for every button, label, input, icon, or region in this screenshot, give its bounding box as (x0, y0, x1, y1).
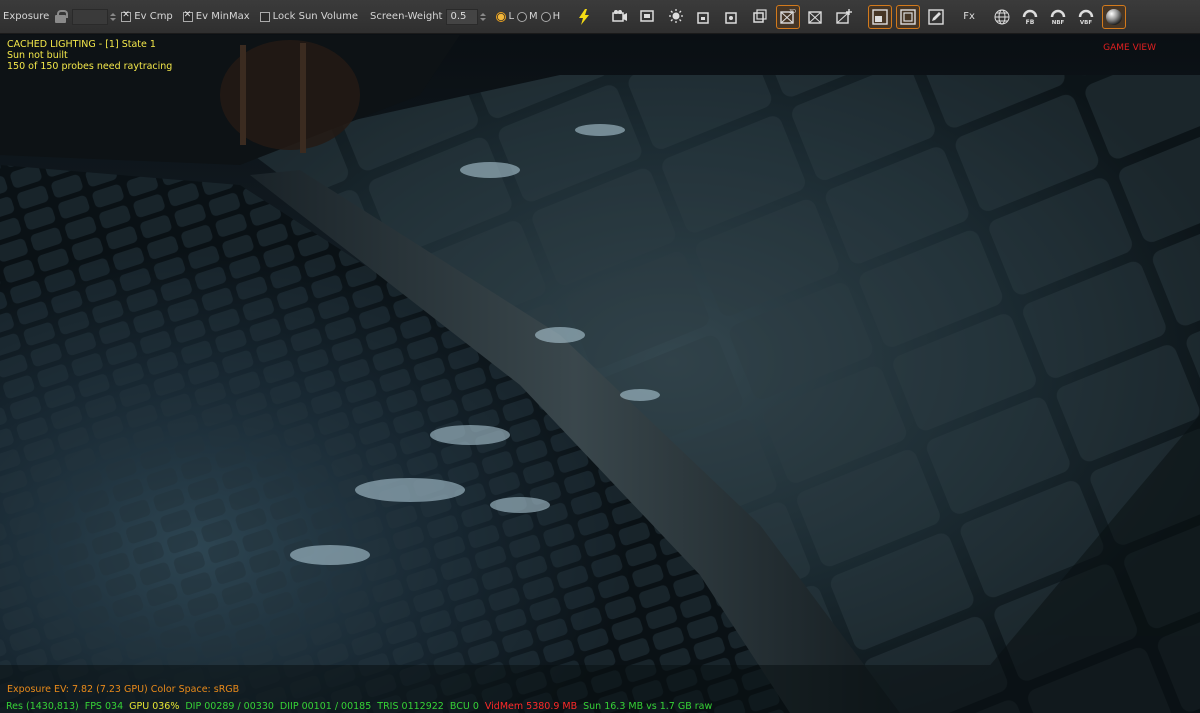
stat-vidmem: VidMem 5380.9 MB (484, 700, 578, 712)
quality-radio-h[interactable] (540, 11, 551, 22)
stat-tris: TRIS 0112922 (377, 700, 444, 712)
vbf-icon[interactable]: VBF (1074, 5, 1098, 29)
screen-weight-input[interactable]: 0.5 (446, 8, 479, 25)
screen-weight-spinner[interactable] (478, 9, 487, 25)
exposure-label: Exposure (3, 11, 50, 22)
exposure-input[interactable] (72, 8, 109, 25)
stat-dip: DIP 00289 / 00330 (185, 700, 274, 712)
lock-sun-volume-label: Lock Sun Volume (272, 11, 359, 22)
fb-icon[interactable]: FB (1018, 5, 1042, 29)
box-3d-alt-icon[interactable] (720, 5, 744, 29)
screen-weight-label: Screen-Weight (370, 11, 443, 22)
view-3d-icon[interactable] (636, 5, 660, 29)
ev-cmp-checkbox[interactable] (121, 10, 132, 22)
lightning-icon[interactable] (572, 5, 596, 29)
fb-label: FB (1026, 19, 1035, 26)
stat-res: Res (1430,813) (6, 700, 79, 712)
fx-icon[interactable]: Fx (963, 11, 975, 22)
lock-icon[interactable] (55, 10, 69, 23)
vbf-label: VBF (1080, 20, 1092, 26)
stat-sun: Sun 16.3 MB vs 1.7 GB raw (583, 700, 713, 712)
stat-gpu: GPU 036% (129, 700, 180, 712)
stat-bcu: BCU 0 (449, 700, 479, 712)
probe-status-line: 150 of 150 probes need raytracing (7, 61, 173, 72)
toolbar: Exposure Ev Cmp Ev MinMax Lock Sun Volum… (0, 0, 1200, 34)
lock-sun-volume-checkbox[interactable] (259, 11, 270, 22)
grid-3d-icon[interactable]: 3D (776, 4, 801, 29)
stats-bar: Res (1430,813) FPS 034 GPU 036% DIP 0028… (0, 699, 1200, 713)
ev-minmax-label: Ev MinMax (195, 11, 250, 22)
edit-icon[interactable] (924, 5, 948, 29)
lighting-status: CACHED LIGHTING - [1] State 1 Sun not bu… (7, 39, 172, 72)
game-view-label: GAME VIEW (1103, 43, 1156, 53)
scene-render (0, 35, 1200, 713)
ev-minmax-toggle[interactable]: Ev MinMax (182, 10, 254, 22)
ev-cmp-label: Ev Cmp (134, 11, 173, 22)
render-target-icon[interactable] (868, 4, 893, 29)
game-viewport[interactable]: CACHED LIGHTING - [1] State 1 Sun not bu… (0, 35, 1200, 713)
material-sphere-icon[interactable] (1101, 4, 1126, 29)
mesh-sphere-icon[interactable] (990, 5, 1014, 29)
ev-minmax-checkbox[interactable] (182, 10, 193, 22)
exposure-info: Exposure EV: 7.82 (7.23 GPU) Color Space… (7, 684, 240, 695)
sun-status-line: Sun not built (7, 50, 68, 61)
box-snapshot-icon[interactable] (748, 5, 772, 29)
nbf-label: NBF (1052, 20, 1065, 26)
frame-icon[interactable] (896, 4, 921, 29)
quality-radio-l[interactable] (496, 11, 507, 22)
lock-sun-volume-toggle[interactable]: Lock Sun Volume (259, 11, 362, 22)
stat-fps: FPS 034 (84, 700, 124, 712)
grid-3d-label: 3D (789, 9, 796, 15)
stat-diip: DIIP 00101 / 00185 (279, 700, 372, 712)
quality-label-l: L (508, 11, 515, 22)
lighting-status-line: CACHED LIGHTING - [1] State 1 (7, 39, 156, 50)
nbf-icon[interactable]: NBF (1046, 5, 1070, 29)
exposure-spinner[interactable] (108, 9, 117, 25)
quality-radio-group: L M H (493, 11, 564, 22)
camera-3d-icon[interactable] (608, 5, 632, 29)
quality-label-h: H (552, 11, 561, 22)
quality-label-m: M (529, 11, 538, 22)
quality-radio-m[interactable] (517, 11, 528, 22)
sun-icon[interactable] (664, 5, 688, 29)
box-3d-icon[interactable] (692, 5, 716, 29)
grid-icon[interactable] (804, 5, 828, 29)
ev-cmp-toggle[interactable]: Ev Cmp (121, 10, 177, 22)
grid-add-icon[interactable] (832, 5, 856, 29)
